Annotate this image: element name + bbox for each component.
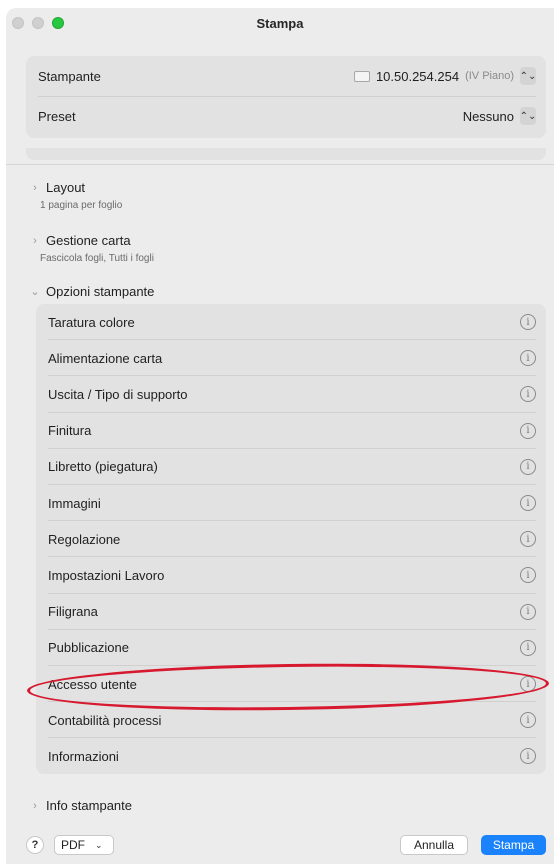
info-icon[interactable]: i <box>520 676 536 693</box>
printer-settings-panel: Stampante 10.50.254.254 (IV Piano) ⌃⌄ Pr… <box>26 56 546 138</box>
option-label: Filigrana <box>48 604 98 620</box>
option-row-job-settings[interactable]: Impostazioni Lavoro i <box>36 557 546 594</box>
info-icon[interactable]: i <box>520 350 536 367</box>
section-paper-label: Gestione carta <box>46 233 131 248</box>
option-label: Alimentazione carta <box>48 350 163 366</box>
title-bar: Stampa <box>6 8 554 38</box>
section-layout-summary: 1 pagina per foglio <box>40 200 123 211</box>
info-icon[interactable]: i <box>520 603 536 620</box>
option-label: Finitura <box>48 423 92 439</box>
option-label: Uscita / Tipo di supporto <box>48 386 188 402</box>
info-icon[interactable]: i <box>520 639 536 656</box>
option-label: Accesso utente <box>48 676 137 692</box>
print-button[interactable]: Stampa <box>481 835 546 855</box>
option-row-finishing[interactable]: Finitura i <box>36 413 546 449</box>
option-label: Immagini <box>48 495 101 511</box>
printer-row: Stampante 10.50.254.254 (IV Piano) ⌃⌄ <box>38 56 536 96</box>
help-button[interactable]: ? <box>26 836 44 854</box>
option-row-publishing[interactable]: Pubblicazione i <box>36 630 546 666</box>
option-row-watermark[interactable]: Filigrana i <box>36 594 546 630</box>
info-icon[interactable]: i <box>520 748 536 765</box>
option-label: Informazioni <box>48 748 119 764</box>
info-icon[interactable]: i <box>520 422 536 439</box>
option-row-paper-feed[interactable]: Alimentazione carta i <box>36 340 546 377</box>
window-controls <box>12 17 64 29</box>
info-icon[interactable]: i <box>520 567 536 584</box>
preset-row: Preset Nessuno ⌃⌄ <box>38 96 536 136</box>
close-window-button[interactable] <box>12 17 24 29</box>
option-row-output[interactable]: Uscita / Tipo di supporto i <box>36 376 546 413</box>
option-label: Pubblicazione <box>48 640 129 656</box>
preset-select[interactable]: Nessuno ⌃⌄ <box>463 107 536 125</box>
info-icon[interactable]: i <box>520 531 536 548</box>
preset-label: Preset <box>38 108 76 124</box>
option-label: Regolazione <box>48 531 121 547</box>
info-icon[interactable]: i <box>520 712 536 729</box>
section-layout[interactable]: › Layout 1 pagina per foglio <box>30 180 122 211</box>
section-layout-label: Layout <box>46 180 86 195</box>
minimize-window-button[interactable] <box>32 17 44 29</box>
chevron-down-icon: ⌄ <box>95 839 103 850</box>
dialog-footer: ? PDF ⌄ Annulla Stampa <box>6 832 554 860</box>
option-label: Taratura colore <box>48 314 135 330</box>
printer-options-list: Taratura colore i Alimentazione carta i … <box>36 304 546 774</box>
popup-arrows-icon: ⌃⌄ <box>520 67 536 85</box>
preset-value: Nessuno <box>462 108 514 124</box>
printer-icon <box>353 70 370 82</box>
option-row-booklet[interactable]: Libretto (piegatura) i <box>36 449 546 485</box>
info-icon[interactable]: i <box>520 314 536 331</box>
cancel-button[interactable]: Annulla <box>400 835 468 855</box>
option-row-images[interactable]: Immagini i <box>36 485 546 522</box>
chevron-right-icon: › <box>33 799 37 812</box>
info-icon[interactable]: i <box>520 495 536 512</box>
printer-select[interactable]: 10.50.254.254 (IV Piano) ⌃⌄ <box>353 67 536 85</box>
pdf-label: PDF <box>61 838 85 852</box>
option-row-user-access[interactable]: Accesso utente i <box>36 666 546 703</box>
option-label: Libretto (piegatura) <box>48 459 158 475</box>
section-printer-info[interactable]: › Info stampante <box>30 798 132 813</box>
chevron-down-icon: ⌄ <box>30 286 40 298</box>
option-row-job-accounting[interactable]: Contabilità processi i <box>36 702 546 739</box>
option-label: Impostazioni Lavoro <box>48 567 165 583</box>
printer-location: (IV Piano) <box>465 70 514 82</box>
section-printer-options[interactable]: ⌄ Opzioni stampante <box>30 284 154 299</box>
option-row-adjustment[interactable]: Regolazione i <box>36 521 546 558</box>
printer-label: Stampante <box>38 68 101 84</box>
option-row-information[interactable]: Informazioni i <box>36 738 546 774</box>
chevron-right-icon: › <box>33 181 37 194</box>
window-title: Stampa <box>256 15 304 31</box>
printer-name: 10.50.254.254 <box>375 68 460 84</box>
pdf-menu-button[interactable]: PDF ⌄ <box>54 835 114 855</box>
info-icon[interactable]: i <box>520 386 536 403</box>
option-row-color-calibration[interactable]: Taratura colore i <box>36 304 546 341</box>
section-paper-summary: Fascicola fogli, Tutti i fogli <box>40 253 154 264</box>
info-icon[interactable]: i <box>520 458 536 475</box>
popup-arrows-icon: ⌃⌄ <box>520 107 536 125</box>
divider <box>6 164 554 165</box>
section-paper-handling[interactable]: › Gestione carta Fascicola fogli, Tutti … <box>30 233 154 264</box>
option-label: Contabilità processi <box>48 712 162 728</box>
print-dialog: Stampa Stampante 10.50.254.254 (IV Piano… <box>6 8 554 864</box>
chevron-right-icon: › <box>33 234 37 247</box>
zoom-window-button[interactable] <box>52 17 64 29</box>
settings-strip <box>26 148 546 160</box>
section-printer-info-label: Info stampante <box>46 798 132 813</box>
section-printer-options-label: Opzioni stampante <box>46 284 155 299</box>
